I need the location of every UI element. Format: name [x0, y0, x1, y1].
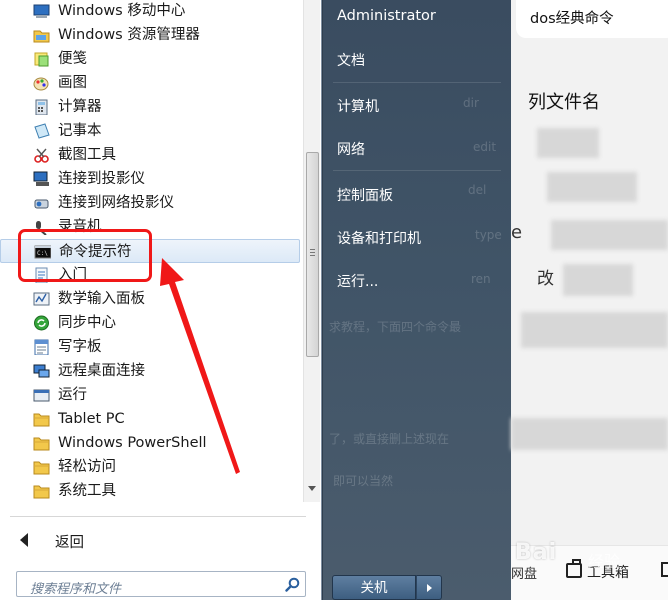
highlight-box: [18, 229, 152, 282]
shutdown-button[interactable]: 关机: [332, 575, 416, 600]
search-icon[interactable]: [285, 577, 300, 592]
notepad-icon: [34, 123, 50, 139]
program-item-label: 计算器: [58, 99, 102, 115]
toolbox-icon: [566, 559, 582, 578]
run-icon: [33, 389, 50, 402]
paint-icon: [33, 77, 49, 91]
menu-item-control-panel[interactable]: 控制面板: [337, 185, 393, 205]
back-label: 返回: [55, 535, 84, 551]
back-button[interactable]: 返回: [0, 528, 300, 554]
program-item-label: 便笺: [58, 51, 87, 67]
program-item[interactable]: Windows 资源管理器: [0, 23, 300, 47]
shutdown-options-arrow-icon[interactable]: [416, 575, 442, 600]
wordpad-icon: [34, 339, 49, 355]
blurred-content: [563, 264, 633, 296]
sync-center-icon: [34, 315, 49, 331]
scrollbar-grip-icon: [310, 249, 315, 256]
scrollbar-thumb[interactable]: [306, 152, 319, 357]
program-item[interactable]: 记事本: [0, 119, 300, 143]
menu-item-devices-printers[interactable]: 设备和打印机: [337, 228, 421, 248]
partial-text: e: [511, 222, 523, 243]
folder-icon: [33, 485, 50, 499]
web-search-text: dos经典命令: [530, 11, 614, 27]
menu-item-computer[interactable]: 计算机: [337, 96, 379, 116]
blurred-content: [551, 220, 668, 250]
explorer-folder-icon: [33, 30, 50, 43]
folder-icon: [33, 437, 50, 451]
red-arrow-annotation-icon: [160, 258, 240, 474]
menu-item-network[interactable]: 网络: [337, 139, 365, 159]
menu-item-documents[interactable]: 文档: [337, 50, 365, 70]
partial-text: 改: [537, 269, 554, 289]
program-item[interactable]: 截图工具: [0, 143, 300, 167]
program-item-label: 写字板: [58, 339, 102, 355]
program-item-label: 数学输入面板: [58, 291, 145, 307]
blurred-content: [521, 312, 668, 348]
program-item[interactable]: 系统工具: [0, 479, 300, 502]
program-item-label: 记事本: [58, 123, 102, 139]
calculator-icon: [35, 99, 48, 115]
start-menu-right-column: dir edit del type ren 求教程，下面四个命令最 了，或直接删…: [323, 0, 511, 600]
folder-icon: [33, 461, 50, 475]
sticky-notes-icon: [34, 52, 49, 67]
background-web-page: dos经典命令 列文件名 e 改 网盘 工具箱: [511, 0, 668, 600]
program-item-label: 截图工具: [58, 147, 116, 163]
search-input[interactable]: 搜索程序和文件: [16, 571, 306, 597]
program-item-label: 连接到网络投影仪: [58, 195, 174, 211]
back-arrow-icon: [20, 533, 28, 547]
network-projector-icon: [34, 199, 49, 209]
folder-icon: [33, 413, 50, 427]
program-item-label: Tablet PC: [58, 411, 125, 427]
program-item-label: 连接到投影仪: [58, 171, 145, 187]
search-placeholder: 搜索程序和文件: [30, 582, 122, 597]
program-item-label: 轻松访问: [58, 459, 116, 475]
menu-item-run[interactable]: 运行...: [337, 271, 378, 291]
footer-edge-icon: [661, 562, 668, 577]
user-name-label[interactable]: Administrator: [337, 8, 436, 24]
blurred-content: [537, 128, 599, 158]
program-item[interactable]: 便笺: [0, 47, 300, 71]
program-item-label: 同步中心: [58, 315, 116, 331]
web-search-box[interactable]: dos经典命令: [516, 0, 668, 38]
snipping-tool-icon: [34, 148, 49, 163]
program-item[interactable]: 连接到投影仪: [0, 167, 300, 191]
scroll-down-arrow-icon[interactable]: [308, 486, 316, 491]
program-item[interactable]: 画图: [0, 71, 300, 95]
projector-icon: [33, 171, 49, 186]
program-item-label: 远程桌面连接: [58, 363, 145, 379]
program-item-label: 运行: [58, 387, 87, 403]
menu-separator: [333, 170, 501, 171]
baidu-watermark: Bai: [515, 540, 558, 565]
program-item-label: 系统工具: [58, 483, 116, 499]
math-input-icon: [33, 292, 50, 306]
menu-separator: [333, 82, 501, 83]
program-item-label: 画图: [58, 75, 87, 91]
blurred-content: [547, 172, 637, 202]
program-item[interactable]: Windows 移动中心: [0, 0, 300, 23]
mobility-center-icon: [33, 4, 50, 18]
list-divider: [10, 516, 306, 517]
program-list-scrollbar[interactable]: [303, 0, 320, 502]
program-item-label: Windows 移动中心: [58, 3, 186, 19]
footer-netdisk-link[interactable]: 网盘: [511, 563, 537, 582]
baidu-watermark-suffix: 经验: [588, 552, 621, 571]
blurred-content: [511, 418, 668, 450]
remote-desktop-icon: [33, 364, 50, 378]
program-item-label: Windows 资源管理器: [58, 27, 200, 43]
article-heading: 列文件名: [528, 92, 600, 113]
program-item[interactable]: 连接到网络投影仪: [0, 191, 300, 215]
program-item[interactable]: 计算器: [0, 95, 300, 119]
